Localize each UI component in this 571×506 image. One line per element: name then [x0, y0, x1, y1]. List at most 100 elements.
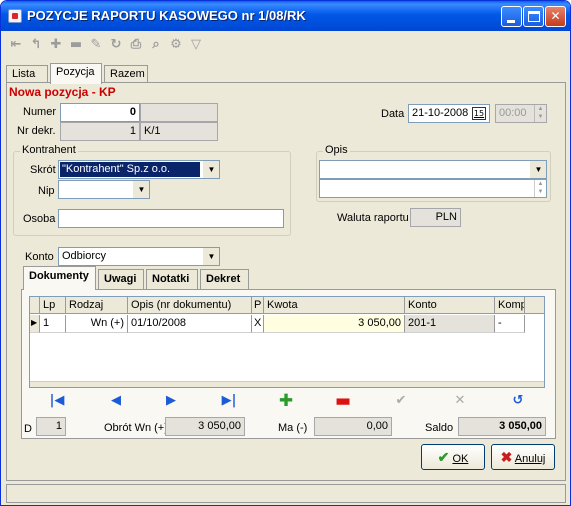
check-icon: ✔ — [437, 449, 450, 465]
d-field: 1 — [36, 417, 66, 436]
nr-dekr-suffix: K/1 — [140, 122, 218, 141]
app-icon — [8, 9, 22, 23]
close-button[interactable]: ✕ — [545, 6, 566, 27]
skrot-value: "Kontrahent" Sp.z o.o. — [60, 162, 200, 177]
row-indicator-header — [30, 297, 40, 314]
col-kwota[interactable]: Kwota — [264, 297, 405, 314]
data-label: Data — [381, 108, 405, 120]
saldo-label: Saldo — [425, 422, 454, 434]
col-lp[interactable]: Lp — [40, 297, 66, 314]
close-icon: ✖ — [500, 449, 513, 465]
cell-rodzaj[interactable]: Wn (+) — [66, 315, 128, 333]
spin-icon: ▲ ▼ — [534, 105, 546, 122]
tab-notatki[interactable]: Notatki — [146, 269, 198, 289]
delete-record-icon[interactable]: ▬ — [69, 37, 83, 53]
cell-kwota[interactable]: 3 050,00 — [264, 315, 405, 333]
add-record-icon[interactable]: ✚ — [49, 37, 63, 53]
plus-icon[interactable]: ✚ — [274, 393, 298, 410]
prev-icon[interactable]: ◀ — [104, 393, 128, 409]
prev-record-icon[interactable]: ↰ — [29, 37, 43, 53]
skrot-select[interactable]: "Kontrahent" Sp.z o.o. ▼ — [58, 160, 220, 179]
waluta-field: PLN — [410, 208, 461, 227]
first-record-icon[interactable]: ⇤ — [9, 37, 23, 53]
find-icon[interactable]: ⌕ — [149, 37, 163, 53]
col-opis[interactable]: Opis (nr dokumentu) — [128, 297, 252, 314]
opis-group-title: Opis — [323, 144, 350, 156]
osoba-label: Osoba — [23, 213, 56, 225]
konto-select[interactable]: Odbiorcy ▼ — [58, 247, 220, 266]
opis-memo-field[interactable]: ▲ ▼ — [319, 179, 547, 198]
main-window: POZYCJE RAPORTU KASOWEGO nr 1/08/RK ✕ ⇤ … — [0, 0, 571, 506]
cell-komp[interactable]: - — [495, 315, 525, 333]
row-pointer-icon: ▶ — [30, 315, 40, 333]
cell-konto[interactable]: 201-1 — [405, 315, 495, 333]
tab-dokumenty[interactable]: Dokumenty — [23, 266, 96, 290]
cell-opis[interactable]: 01/10/2008 — [128, 315, 252, 333]
obrot-field: 3 050,00 — [165, 417, 245, 436]
numer-label: Numer — [23, 106, 57, 118]
tab-uwagi[interactable]: Uwagi — [98, 269, 144, 289]
d-label: D — [24, 423, 32, 435]
time-field: 00:00 ▲ ▼ — [495, 104, 547, 123]
tools-icon[interactable]: ⚙ — [169, 37, 183, 53]
tab-razem[interactable]: Razem — [104, 65, 148, 83]
chevron-down-icon[interactable]: ▼ — [133, 181, 149, 198]
edit-record-icon[interactable]: ✎ — [89, 37, 103, 53]
osoba-field[interactable] — [58, 209, 284, 228]
status-bar — [6, 484, 566, 503]
calendar-icon[interactable]: 15 — [472, 107, 486, 120]
cell-p[interactable]: X — [252, 315, 264, 333]
print-icon[interactable]: ⎙ — [129, 37, 143, 53]
minimize-button[interactable] — [501, 6, 522, 27]
obrot-label: Obrót Wn (+) — [104, 422, 168, 434]
last-icon[interactable]: ▶| — [217, 393, 241, 409]
minus-icon[interactable]: ▬ — [331, 393, 355, 410]
cell-lp[interactable]: 1 — [40, 315, 66, 333]
col-rodzaj[interactable]: Rodzaj — [66, 297, 128, 314]
konto-label: Konto — [25, 251, 54, 263]
numer-field[interactable]: 0 — [60, 103, 140, 122]
tab-pozycja[interactable]: Pozycja — [50, 63, 102, 84]
ma-label: Ma (-) — [278, 422, 308, 434]
first-icon[interactable]: |◀ — [45, 393, 69, 409]
tab-lista[interactable]: Lista — [6, 65, 48, 83]
col-konto[interactable]: Konto — [405, 297, 495, 314]
toolbar: ⇤ ↰ ✚ ▬ ✎ ↻ ⎙ ⌕ ⚙ ▽ — [9, 37, 203, 57]
nr-dekr-label: Nr dekr. — [17, 125, 56, 137]
nip-select[interactable]: ▼ — [58, 180, 150, 199]
anuluj-label: Anuluj — [514, 453, 546, 465]
time-value: 00:00 — [499, 107, 527, 119]
kontrahent-group-title: Kontrahent — [20, 144, 78, 156]
documents-table[interactable]: Lp Rodzaj Opis (nr dokumentu) P Kwota Ko… — [29, 296, 545, 388]
saldo-field: 3 050,00 — [458, 417, 546, 436]
skrot-label: Skrót — [30, 164, 56, 176]
title-bar[interactable]: POZYCJE RAPORTU KASOWEGO nr 1/08/RK ✕ — [1, 1, 570, 31]
scroll-icon: ▲ ▼ — [534, 180, 546, 197]
next-icon[interactable]: ▶ — [159, 393, 183, 409]
table-hscroll[interactable] — [30, 381, 544, 387]
nr-dekr-field: 1 — [60, 122, 140, 141]
ok-button[interactable]: ✔ OK — [421, 444, 485, 470]
chevron-down-icon[interactable]: ▼ — [203, 161, 219, 178]
opis-select[interactable]: ▼ — [319, 160, 547, 179]
col-komp[interactable]: Komp — [495, 297, 525, 314]
check-icon[interactable]: ✔ — [389, 393, 413, 409]
anuluj-button[interactable]: ✖ Anuluj — [491, 444, 555, 470]
waluta-label: Waluta raportu — [337, 212, 409, 224]
col-p[interactable]: P — [252, 297, 264, 314]
table-header: Lp Rodzaj Opis (nr dokumentu) P Kwota Ko… — [30, 297, 544, 314]
refresh-icon[interactable]: ↺ — [506, 393, 530, 409]
numer-extra-field — [140, 103, 218, 122]
nip-label: Nip — [38, 185, 55, 197]
maximize-button[interactable] — [523, 6, 544, 27]
tab-dekret[interactable]: Dekret — [200, 269, 249, 289]
refresh-icon[interactable]: ↻ — [109, 37, 123, 53]
ma-field: 0,00 — [314, 417, 392, 436]
filter-icon[interactable]: ▽ — [189, 37, 203, 53]
chevron-down-icon[interactable]: ▼ — [203, 248, 219, 265]
chevron-down-icon[interactable]: ▼ — [530, 161, 546, 178]
window-title: POZYCJE RAPORTU KASOWEGO nr 1/08/RK — [27, 8, 306, 23]
konto-value: Odbiorcy — [62, 250, 107, 262]
date-value: 21-10-2008 — [412, 107, 469, 119]
cross-icon[interactable]: ✕ — [448, 393, 472, 409]
